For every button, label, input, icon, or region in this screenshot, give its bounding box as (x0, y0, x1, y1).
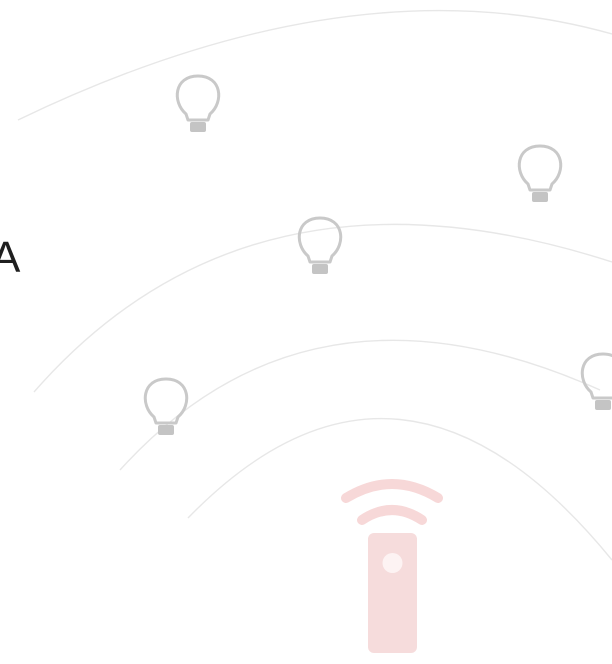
remote-body (368, 533, 417, 653)
remote-button (382, 553, 403, 573)
lightbulb-icon (297, 216, 343, 276)
remote-control-icon (341, 479, 443, 653)
wireless-signal-inner-arc (357, 505, 427, 525)
illustration-svg (17, 9, 612, 653)
lightbulb-icon (175, 74, 221, 134)
second-arc (33, 223, 612, 393)
smart-lighting-illustration: A (0, 0, 612, 664)
third-arc (119, 339, 601, 471)
outer-arc (17, 9, 612, 121)
lightbulb-icon (580, 352, 612, 412)
wireless-signal-icon (341, 479, 443, 503)
lightbulb-icon (143, 377, 189, 437)
lightbulb-icon (517, 144, 563, 204)
